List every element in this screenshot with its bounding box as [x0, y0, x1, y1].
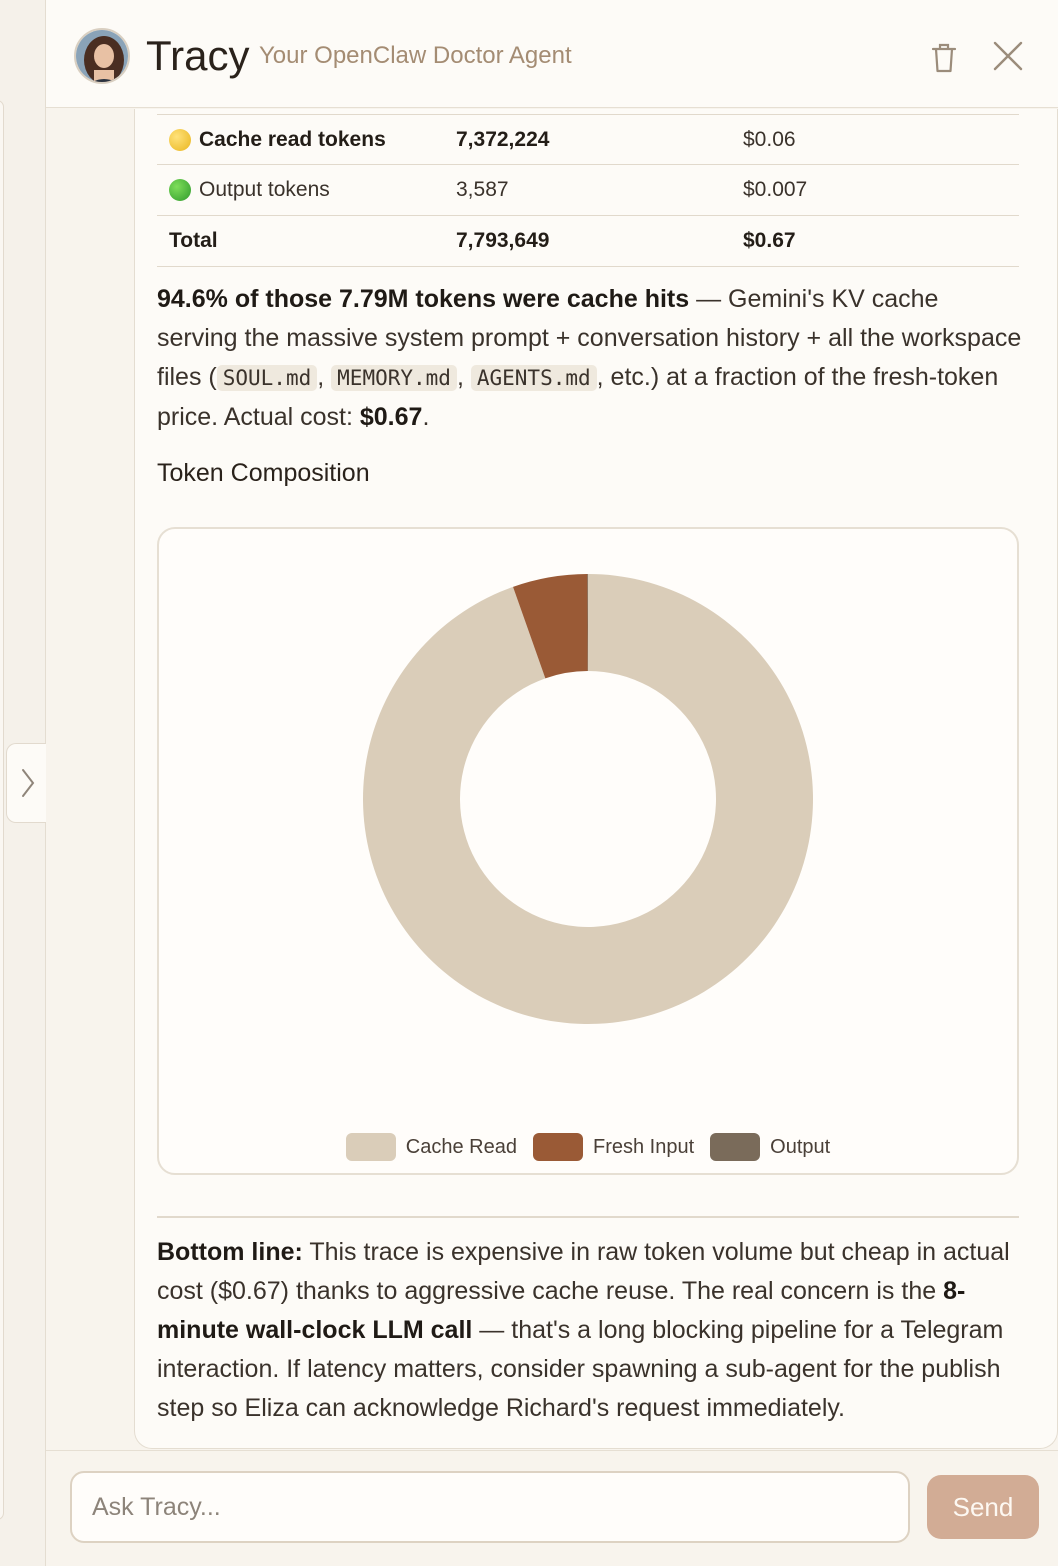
chat-footer: Send — [46, 1450, 1058, 1566]
message-content: Cache read tokens 7,372,224 $0.06 Output… — [134, 109, 1058, 1449]
code-soul: SOUL.md — [216, 365, 318, 391]
row-tokens: 7,793,649 — [456, 229, 550, 252]
table-row: Total 7,793,649 $0.67 — [157, 216, 1019, 267]
table-row: Output tokens 3,587 $0.007 — [157, 165, 1019, 216]
send-button[interactable]: Send — [927, 1475, 1039, 1539]
code-memory: MEMORY.md — [331, 365, 457, 391]
legend-label: Output — [770, 1135, 831, 1158]
code-agents: AGENTS.md — [470, 365, 597, 391]
row-tokens: 3,587 — [456, 178, 509, 201]
expand-sidebar-tab[interactable] — [6, 743, 48, 823]
legend-swatch — [710, 1133, 761, 1161]
row-label: Output tokens — [199, 178, 330, 201]
token-composition-chart: Cache Read Fresh Input Output — [157, 527, 1019, 1175]
row-cost: $0.007 — [743, 178, 808, 201]
legend-item-fresh-input[interactable]: Fresh Input — [532, 1133, 695, 1161]
bottom-line-label: Bottom line: — [157, 1238, 303, 1266]
divider — [157, 1216, 1019, 1218]
legend-item-cache-read[interactable]: Cache Read — [345, 1133, 517, 1161]
ask-input[interactable] — [70, 1471, 910, 1543]
legend-item-output[interactable]: Output — [710, 1133, 830, 1161]
token-table: Cache read tokens 7,372,224 $0.06 Output… — [157, 114, 1019, 267]
table-row: Cache read tokens 7,372,224 $0.06 — [157, 114, 1019, 165]
donut-chart — [362, 574, 814, 1024]
green-circle-icon — [169, 179, 191, 201]
legend-swatch — [532, 1133, 583, 1161]
trash-icon[interactable] — [928, 40, 960, 74]
agent-subtitle: Your OpenClaw Doctor Agent — [259, 42, 572, 69]
legend-label: Fresh Input — [592, 1135, 695, 1158]
summary-cost: $0.67 — [359, 403, 423, 431]
close-icon[interactable] — [990, 38, 1026, 74]
row-cost: $0.67 — [743, 229, 796, 252]
panel-header: Tracy Your OpenClaw Doctor Agent — [46, 0, 1058, 108]
chat-panel: Tracy Your OpenClaw Doctor Agent Cache r… — [46, 0, 1058, 1566]
chevron-right-icon — [21, 769, 34, 797]
summary-sep: , — [317, 363, 332, 391]
row-tokens: 7,372,224 — [456, 128, 550, 151]
bottom-line-paragraph: Bottom line: This trace is expensive in … — [157, 1233, 1025, 1428]
chart-title: Token Composition — [157, 459, 370, 487]
chart-legend: Cache Read Fresh Input Output — [159, 1133, 1017, 1161]
yellow-circle-icon — [169, 129, 191, 151]
row-cost: $0.06 — [743, 128, 796, 151]
legend-swatch — [345, 1133, 396, 1161]
agent-name: Tracy — [146, 32, 250, 79]
backdrop-card — [0, 100, 4, 1520]
row-label: Cache read tokens — [199, 128, 386, 151]
summary-bold-lead: 94.6% of those 7.79M tokens were cache h… — [157, 285, 690, 313]
summary-paragraph: 94.6% of those 7.79M tokens were cache h… — [157, 280, 1025, 437]
legend-label: Cache Read — [405, 1135, 517, 1158]
summary-text: . — [422, 403, 430, 431]
avatar — [74, 28, 130, 84]
summary-sep: , — [456, 363, 471, 391]
row-label: Total — [169, 229, 218, 252]
